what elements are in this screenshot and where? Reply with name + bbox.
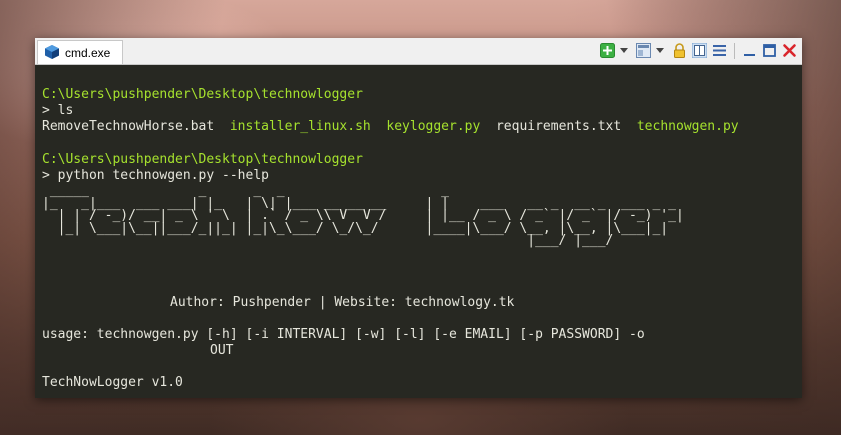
- prompt-marker: >: [42, 103, 50, 118]
- file-name: technowgen.py: [636, 119, 739, 134]
- file-name: keylogger.py: [386, 119, 481, 134]
- usage-line: usage: technowgen.py [-h] [-i INTERVAL] …: [42, 327, 645, 342]
- file-name: RemoveTechnowHorse.bat: [42, 119, 215, 134]
- file-name: installer_linux.sh: [229, 119, 371, 134]
- plus-icon[interactable]: [600, 43, 615, 58]
- close-icon[interactable]: [782, 43, 797, 58]
- window-view-icon[interactable]: [636, 43, 651, 58]
- command-line: > ls: [42, 103, 73, 119]
- prompt-path: C:\Users\pushpender\Desktop\technowlogge…: [42, 152, 363, 167]
- command-text: python technowgen.py --help: [57, 168, 269, 183]
- tab-label: cmd.exe: [65, 46, 111, 60]
- title-bar[interactable]: cmd.exe: [35, 38, 802, 65]
- hamburger-icon[interactable]: [712, 43, 727, 58]
- console-icon: [45, 45, 59, 59]
- new-tab-dropdown-icon[interactable]: [620, 48, 628, 53]
- prompt-path: C:\Users\pushpender\Desktop\technowlogge…: [42, 87, 363, 102]
- command-line: > python technowgen.py --help: [42, 168, 269, 184]
- console-window[interactable]: cmd.exe C:\Users\pushpender\Desktop\tech…: [35, 38, 802, 398]
- lock-icon[interactable]: [672, 43, 687, 58]
- minimize-icon[interactable]: [742, 43, 757, 58]
- view-dropdown-icon[interactable]: [656, 48, 664, 53]
- author-line: Author: Pushpender | Website: technowlog…: [170, 295, 515, 310]
- toolbar-separator: [734, 43, 735, 59]
- version-line: TechNowLogger v1.0: [42, 375, 183, 390]
- split-view-icon[interactable]: [692, 43, 707, 58]
- tab-cmd[interactable]: cmd.exe: [37, 40, 123, 64]
- command-text: ls: [57, 103, 74, 118]
- prompt-marker: >: [42, 168, 50, 183]
- maximize-icon[interactable]: [762, 43, 777, 58]
- console-output[interactable]: C:\Users\pushpender\Desktop\technowlogge…: [35, 65, 802, 398]
- file-name: requirements.txt: [495, 119, 622, 134]
- usage-line-continued: OUT: [210, 343, 234, 358]
- file-list: RemoveTechnowHorse.bat installer_linux.s…: [42, 119, 739, 135]
- ascii-banner: _____ _ _ _ _ |_ _|___ ___ ___| |_ | \| …: [42, 183, 684, 248]
